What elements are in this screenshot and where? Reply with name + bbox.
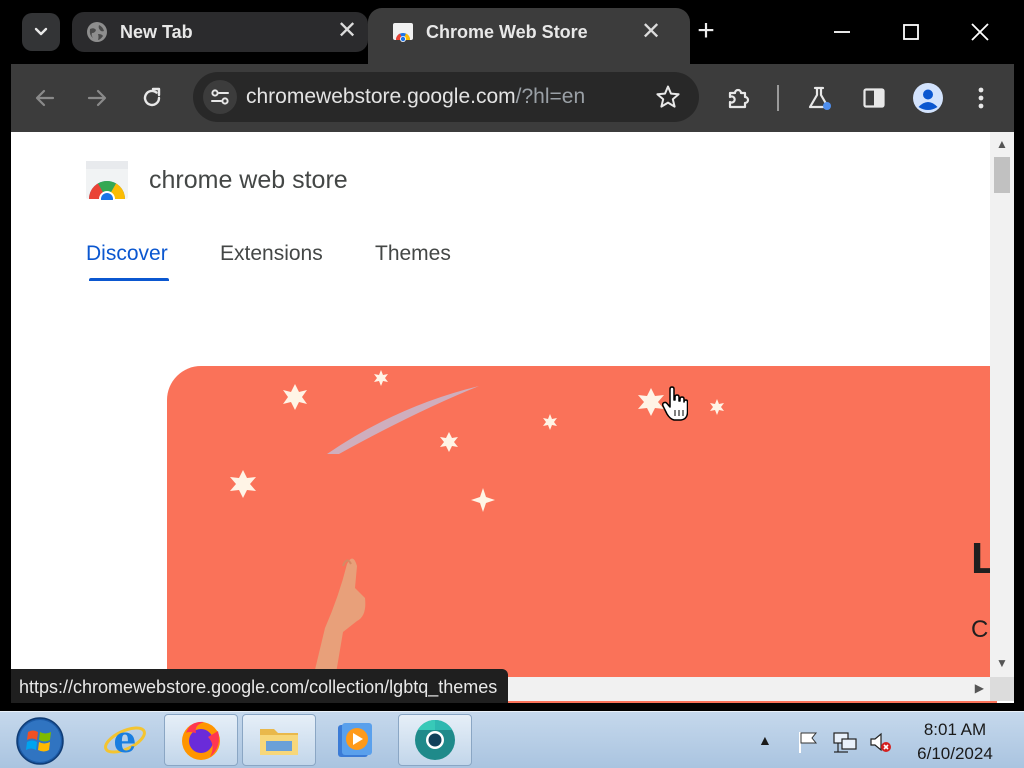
start-button[interactable] [14, 716, 66, 766]
vertical-scrollbar[interactable]: ▲ ▼ [990, 132, 1014, 677]
arrow-right-icon [87, 89, 107, 107]
taskbar-chrome[interactable] [398, 714, 472, 766]
tab-new-tab[interactable]: New Tab ✕ [72, 12, 368, 52]
new-tab-button[interactable]: + [690, 16, 722, 48]
scroll-up-icon[interactable]: ▲ [994, 136, 1010, 152]
sparkle-icon [710, 399, 724, 415]
folder-icon [260, 729, 298, 755]
sparkle-icon [543, 414, 557, 430]
toolbar-separator [777, 85, 779, 111]
tab-chrome-web-store[interactable]: Chrome Web Store ✕ [368, 8, 690, 64]
avatar-icon [913, 83, 943, 113]
minimize-icon [834, 31, 850, 33]
hand-pointer-cursor-icon [662, 386, 688, 421]
scrollbar-corner [990, 677, 1014, 701]
back-button[interactable] [27, 80, 63, 116]
chrome-web-store-logo[interactable] [85, 160, 129, 200]
reload-icon [143, 87, 161, 107]
network-icon[interactable] [832, 730, 858, 754]
clock-date[interactable]: 6/10/2024 [900, 744, 1010, 764]
tab-search-button[interactable] [22, 13, 60, 51]
chrome-window: New Tab ✕ Chrome Web Store ✕ + chromeweb… [0, 0, 1024, 711]
taskbar-media-player[interactable] [318, 714, 392, 766]
close-tab-icon[interactable]: ✕ [334, 19, 360, 45]
close-tab-icon[interactable]: ✕ [638, 20, 664, 46]
svg-text:e: e [114, 719, 137, 761]
address-bar[interactable]: chromewebstore.google.com/?hl=en [193, 72, 699, 122]
hero-illustration [230, 370, 724, 703]
tab-discover[interactable]: Discover [86, 242, 168, 266]
store-name: chrome web store [149, 166, 348, 194]
tab-strip: New Tab ✕ Chrome Web Store ✕ + [0, 0, 1024, 64]
chrome-labs-button[interactable] [801, 80, 837, 116]
tab-extensions[interactable]: Extensions [220, 242, 323, 266]
maximize-icon [903, 24, 919, 40]
action-center-flag-icon[interactable] [796, 730, 822, 754]
taskbar-internet-explorer[interactable]: e [88, 714, 162, 766]
page-viewport: chrome web store Discover Extensions The… [11, 132, 1014, 703]
sparkle-icon [638, 388, 664, 416]
maximize-button[interactable] [888, 12, 934, 52]
reload-button[interactable] [134, 80, 170, 116]
firefox-icon [182, 721, 220, 760]
globe-icon [87, 22, 107, 42]
side-panel-icon [863, 88, 885, 108]
scroll-down-icon[interactable]: ▼ [994, 655, 1010, 671]
link-status-bubble: https://chromewebstore.google.com/collec… [11, 669, 509, 703]
close-window-button[interactable] [957, 12, 1003, 52]
arrow-left-icon [35, 89, 55, 107]
scroll-thumb[interactable] [994, 157, 1010, 193]
tab-title: New Tab [120, 22, 193, 42]
bookmark-star-icon[interactable] [655, 84, 681, 110]
kebab-menu-icon [978, 87, 984, 109]
sparkle-icon [230, 470, 256, 498]
volume-muted-icon[interactable] [868, 730, 894, 754]
windows-taskbar: e ▲ 8:01 AM 6/10/2024 [0, 711, 1024, 768]
sparkle-icon [374, 370, 388, 386]
side-panel-button[interactable] [856, 80, 892, 116]
forward-button[interactable] [79, 80, 115, 116]
close-icon [971, 23, 989, 41]
chevron-down-icon [34, 27, 48, 36]
url-text[interactable]: chromewebstore.google.com/?hl=en [246, 85, 585, 109]
internet-explorer-icon: e [104, 719, 146, 761]
url-host: chromewebstore.google.com [246, 85, 516, 108]
puzzle-icon [728, 88, 750, 109]
hero-subtitle: C [971, 616, 989, 643]
browser-toolbar: chromewebstore.google.com/?hl=en [11, 64, 1014, 132]
profile-button[interactable] [910, 80, 946, 116]
sparkle-icon [471, 488, 495, 512]
taskbar-file-explorer[interactable] [242, 714, 316, 766]
sparkle-icon [283, 384, 307, 410]
minimize-button[interactable] [819, 12, 865, 52]
media-player-icon [338, 723, 372, 757]
flask-icon [808, 86, 831, 110]
menu-button[interactable] [963, 80, 999, 116]
tab-title: Chrome Web Store [426, 22, 588, 42]
tune-icon [211, 89, 229, 105]
taskbar-firefox[interactable] [164, 714, 238, 766]
url-path: /?hl=en [515, 85, 586, 108]
active-tab-indicator [89, 278, 169, 281]
scroll-right-icon[interactable]: ▶ [975, 681, 984, 695]
clock-time[interactable]: 8:01 AM [900, 720, 1010, 740]
hero-banner[interactable]: L C [167, 366, 997, 703]
site-info-button[interactable] [203, 80, 237, 114]
chrome-web-store-icon [393, 23, 413, 42]
extensions-button[interactable] [721, 80, 757, 116]
chrome-icon [415, 720, 455, 760]
show-hidden-icons-icon[interactable]: ▲ [758, 732, 772, 748]
tab-themes[interactable]: Themes [375, 242, 451, 266]
sparkle-icon [440, 432, 458, 452]
